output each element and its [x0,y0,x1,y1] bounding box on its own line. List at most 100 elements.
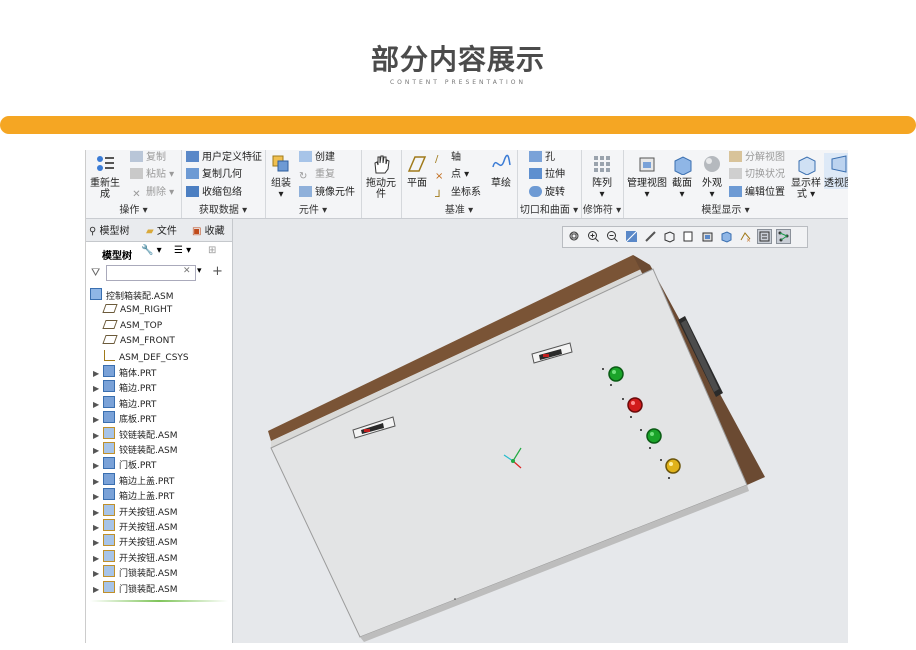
perspective-button[interactable]: 透视图 [824,153,848,189]
tree-root-assembly[interactable]: 控制箱装配.ASM [90,288,174,303]
extrude-button[interactable]: 拉伸 [529,165,565,180]
tree-item-component[interactable]: ▶ 箱边上盖.PRT [93,472,174,489]
csys-button[interactable]: ⅃ 坐标系 [435,183,481,200]
tree-item-datum[interactable]: ASM_DEF_CSYS [104,349,189,365]
tree-show-button[interactable]: ☰ ▾ [174,245,191,256]
tree-item-component[interactable]: ▶ 箱边上盖.PRT [93,488,174,503]
revolve-button[interactable]: 旋转 [529,183,565,198]
tab-favorites[interactable]: ▣ 收藏 [192,222,225,237]
expand-arrow-icon[interactable]: ▶ [93,381,103,396]
tree-item-component[interactable]: ▶ 门锁装配.ASM [93,565,178,580]
subassembly-icon [103,565,115,578]
expand-arrow-icon[interactable]: ▶ [93,551,103,566]
udf-icon [186,151,199,162]
datum-group-label[interactable]: 基准 ▾ [401,201,517,216]
delete-button[interactable]: ✕ 删除 ▾ [130,183,174,200]
datum-plane-icon [102,304,118,314]
cad-window: 重新生成 复制 粘贴 ▾ ✕ 删除 ▾ 操作 ▾ 用户定义特征 复制几何 收缩包络… [85,150,848,643]
axis-button[interactable]: / 轴 [435,150,461,165]
part-icon [103,395,115,408]
explode-view-button[interactable]: 分解视图 [729,150,785,163]
section-button[interactable]: 截面 ▾ [669,153,695,200]
expand-arrow-icon[interactable]: ▶ [93,412,103,427]
filter-icon: ⛛ [91,266,101,279]
plane-button[interactable]: 平面 [403,153,431,189]
tree-item-component[interactable]: ▶ 箱边.PRT [93,395,156,412]
copy-icon [130,151,143,162]
drag-component-button[interactable]: 拖动元件 [363,153,399,200]
model-tree-icon: ⚲ [89,226,97,237]
graphics-viewport[interactable]: × [233,219,848,643]
expand-arrow-icon[interactable]: ▶ [93,443,103,458]
tree-item-component[interactable]: ▶ 门锁装配.ASM [93,580,178,597]
hole-button[interactable]: 孔 [529,150,555,163]
expand-arrow-icon[interactable]: ▶ [93,474,103,489]
tree-item-component[interactable]: ▶ 开关按钮.ASM [93,519,178,534]
appearance-button[interactable]: 外观 ▾ [699,153,725,200]
manage-views-icon [639,157,655,172]
sketch-button[interactable]: 草绘 [487,153,515,189]
paste-button[interactable]: 粘贴 ▾ [130,165,174,180]
getdata-group-label[interactable]: 获取数据 ▾ [181,201,265,216]
tree-item-component[interactable]: ▶ 门板.PRT [93,457,156,472]
udf-button[interactable]: 用户定义特征 [186,150,262,163]
tree-item-component[interactable]: ▶ 底板.PRT [93,411,156,426]
toggle-state-icon [729,168,742,179]
ribbon-group-modeldisplay: 管理视图▾ 截面▾ 外观▾ 分解视图 切换状况 编辑位置 显示样式 ▾ 透视图 … [623,150,848,218]
copy-geometry-button[interactable]: 复制几何 [186,165,242,180]
tree-item-label: 控制箱装配.ASM [106,292,174,302]
toggle-state-button[interactable]: 切换状况 [729,165,785,180]
expand-arrow-icon[interactable]: ▶ [93,505,103,520]
repeat-icon: ↻ [299,171,308,182]
plane-icon [407,156,427,172]
sketch-icon [492,154,511,168]
assemble-icon [272,155,289,172]
folder-icon: ▰ [146,226,154,237]
mirror-component-button[interactable]: 镜像元件 [299,183,355,198]
create-button[interactable]: 创建 [299,150,335,163]
tree-toolbar-label: 模型树 [102,251,132,262]
manage-views-button[interactable]: 管理视图 ▾ [627,153,667,200]
tree-item-component[interactable]: ▶ 开关按钮.ASM [93,549,178,566]
tree-item-datum[interactable]: ASM_FRONT [102,334,175,349]
regenerate-button[interactable]: 重新生成 [87,153,123,200]
pattern-button[interactable]: 阵列 ▾ [583,153,621,200]
tree-item-component[interactable]: ▶ 箱体.PRT [93,365,156,380]
expand-arrow-icon[interactable]: ▶ [93,428,103,443]
assemble-button[interactable]: 组装 ▾ [267,153,295,200]
component-group-label[interactable]: 元件 ▾ [265,201,361,216]
expand-arrow-icon[interactable]: ▶ [93,366,103,381]
point-button[interactable]: × 点 ▾ [435,165,469,182]
tree-item-component[interactable]: ▶ 铰链装配.ASM [93,442,178,457]
tree-item-component[interactable]: ▶ 箱边.PRT [93,380,156,395]
expand-arrow-icon[interactable]: ▶ [93,535,103,550]
tree-columns-icon[interactable]: ⊞ [208,245,216,256]
shrinkwrap-button[interactable]: 收缩包络 [186,183,242,198]
ops-group-label[interactable]: 操作 ▾ [86,201,181,216]
clear-search-icon[interactable]: ✕ [183,266,191,276]
modeldisplay-group-label[interactable]: 模型显示 ▾ [603,201,848,216]
expand-arrow-icon[interactable]: ▶ [93,566,103,581]
display-style-button[interactable]: 显示样式 ▾ [791,153,821,200]
repeat-button[interactable]: ↻ 重复 [299,165,335,182]
csys-icon: ⅃ [435,189,441,200]
copy-button[interactable]: 复制 [130,150,166,163]
tab-folder[interactable]: ▰ 文件 [146,222,177,237]
filter-dropdown-icon[interactable]: ▾ [197,266,202,276]
tab-model-tree[interactable]: ⚲ 模型树 [89,222,130,237]
tree-item-component[interactable]: ▶ 铰链装配.ASM [93,426,178,443]
tree-item-component[interactable]: ▶ 开关按钮.ASM [93,503,178,520]
expand-arrow-icon[interactable]: ▶ [93,582,103,597]
add-filter-icon[interactable]: + [212,264,223,279]
tree-item-datum[interactable]: ASM_RIGHT [102,303,172,318]
tree-settings-button[interactable]: 🔧 ▾ [141,245,162,256]
expand-arrow-icon[interactable]: ▶ [93,489,103,504]
expand-arrow-icon[interactable]: ▶ [93,520,103,535]
expand-arrow-icon[interactable]: ▶ [93,458,103,473]
accent-bar [0,116,916,134]
tree-item-component[interactable]: ▶ 开关按钮.ASM [93,534,178,549]
tree-item-datum[interactable]: ASM_TOP [102,319,162,334]
cut-group-label[interactable]: 切口和曲面 ▾ [517,201,581,216]
expand-arrow-icon[interactable]: ▶ [93,397,103,412]
edit-position-button[interactable]: 编辑位置 [729,183,785,198]
